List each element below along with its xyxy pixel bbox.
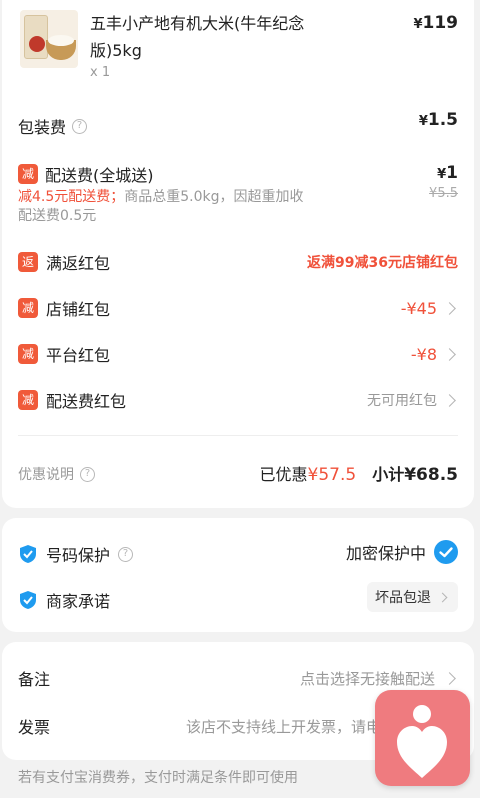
product-name[interactable]: 五丰小产地有机大米(牛年纪念 版)5kg — [90, 10, 340, 64]
currency-symbol: ¥ — [437, 167, 447, 182]
floating-heart-button[interactable] — [375, 690, 470, 786]
delivery-row: 减 配送费(全城送) — [18, 162, 154, 186]
checkmark-circle-icon[interactable] — [434, 540, 458, 564]
shield-check-icon — [20, 591, 36, 609]
chevron-right-icon — [443, 393, 456, 407]
currency-symbol: ¥ — [418, 114, 428, 129]
phone-protection-row: 号码保护 ? — [18, 542, 134, 566]
promo-row-platform-coupon[interactable]: 减 平台红包 -¥8 — [18, 342, 458, 366]
merchant-promise-row: 商家承诺 — [18, 588, 110, 612]
invoice-value: 该店不支持线上开发票，请电 — [186, 717, 382, 736]
delivery-price: ¥1 — [437, 163, 458, 183]
help-icon[interactable]: ? — [118, 546, 134, 562]
remark-row[interactable]: 备注 点击选择无接触配送 — [18, 666, 458, 690]
protection-card: 号码保护 ? 加密保护中 商家承诺 坏品包退 — [2, 518, 474, 632]
promo-row-delivery-coupon[interactable]: 减 配送费红包 无可用红包 — [18, 388, 458, 412]
promo-label: 店铺红包 — [46, 300, 111, 319]
promo-value: -¥8 — [410, 344, 437, 364]
summary-totals: 已优惠 ¥57.5 小计 ¥68.5 — [260, 461, 458, 485]
saved-label: 已优惠 — [259, 465, 308, 484]
discount-explain-label: 优惠说明 — [18, 467, 74, 483]
phone-protection-label: 号码保护 — [46, 546, 111, 565]
promo-value: -¥45 — [400, 298, 437, 318]
promo-label: 平台红包 — [46, 346, 111, 365]
packaging-price: ¥1.5 — [419, 110, 458, 130]
subtotal-value: ¥68.5 — [404, 465, 458, 485]
product-name-line2: 版)5kg — [90, 41, 142, 60]
phone-protection-toggle[interactable]: 加密保护中 — [346, 540, 458, 564]
help-icon: ? — [80, 466, 95, 482]
merchant-promise-label: 商家承诺 — [46, 592, 111, 611]
chevron-right-icon — [437, 592, 448, 602]
product-price: ¥119 — [413, 13, 458, 33]
promo-label: 配送费红包 — [46, 392, 127, 411]
help-icon[interactable]: ? — [72, 118, 88, 134]
subtotal-label: 小计 — [372, 465, 405, 484]
merchant-promise-tag-label: 坏品包退 — [375, 590, 431, 606]
product-qty: x 1 — [90, 65, 111, 80]
promo-value: 返满99减36元店铺红包 — [307, 255, 458, 271]
chevron-right-icon — [443, 301, 456, 315]
chevron-right-icon — [443, 671, 456, 685]
invoice-label: 发票 — [18, 718, 51, 737]
delivery-label: 配送费(全城送) — [45, 166, 154, 185]
discount-badge-icon: 减 — [18, 298, 38, 318]
product-price-value: 119 — [422, 13, 459, 33]
phone-protection-status: 加密保护中 — [345, 544, 426, 563]
merchant-promise-tag[interactable]: 坏品包退 — [367, 582, 458, 612]
heart-person-icon — [397, 705, 447, 778]
delivery-note-discount: 减4.5元配送费； — [18, 189, 125, 205]
product-image[interactable] — [20, 10, 78, 68]
packaging-price-value: 1.5 — [427, 110, 458, 130]
packaging-label: 包装费 — [18, 118, 67, 137]
return-badge-icon: 返 — [18, 252, 38, 272]
delivery-note: 减4.5元配送费；商品总重5.0kg，因超重加收 配送费0.5元 — [18, 188, 348, 226]
delivery-note-weight: 商品总重5.0kg，因超重加收 — [124, 189, 304, 205]
shield-icon — [20, 545, 36, 563]
discount-explain[interactable]: 优惠说明 ? — [18, 464, 95, 484]
chevron-right-icon — [443, 347, 456, 361]
promo-row-return[interactable]: 返 满返红包 返满99减36元店铺红包 — [18, 250, 458, 274]
remark-label: 备注 — [18, 670, 51, 689]
order-card: 五丰小产地有机大米(牛年纪念 版)5kg x 1 ¥119 包装费 ? ¥1.5… — [2, 0, 474, 508]
saved-value: ¥57.5 — [307, 465, 357, 485]
discount-badge-icon: 减 — [18, 164, 38, 184]
delivery-original-price: ¥5.5 — [429, 186, 458, 201]
delivery-note-surcharge: 配送费0.5元 — [18, 208, 97, 224]
promo-value: 无可用红包 — [367, 393, 437, 409]
promo-row-shop-coupon[interactable]: 减 店铺红包 -¥45 — [18, 296, 458, 320]
discount-badge-icon: 减 — [18, 390, 38, 410]
currency-symbol: ¥ — [413, 17, 423, 32]
remark-value: 点击选择无接触配送 — [299, 669, 435, 688]
discount-badge-icon: 减 — [18, 344, 38, 364]
packaging-row: 包装费 ? — [18, 114, 88, 138]
divider — [18, 435, 458, 436]
delivery-price-value: 1 — [446, 163, 458, 183]
product-name-line1: 五丰小产地有机大米(牛年纪念 — [90, 14, 305, 33]
footer-tip: 若有支付宝消费券，支付时满足条件即可使用 — [18, 770, 298, 786]
promo-label: 满返红包 — [46, 254, 111, 273]
